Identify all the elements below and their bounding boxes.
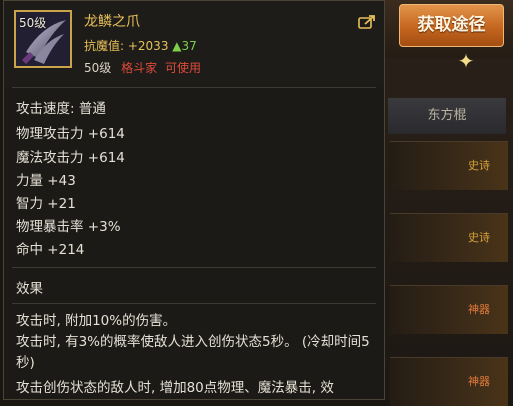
resist-increase: ▲37 xyxy=(172,39,197,53)
effect-title: 效果 xyxy=(16,281,43,297)
share-icon[interactable] xyxy=(358,14,376,29)
resist-label: 抗魔值: xyxy=(84,39,128,53)
rarity-tag: 神器 xyxy=(468,375,490,388)
stat-accuracy: 命中 +214 xyxy=(16,242,85,258)
required-class: 格斗家 xyxy=(121,61,158,75)
divider xyxy=(12,87,376,88)
effect-line: 攻击时, 有3%的概率使敌人进入创伤状态5秒。 (冷却时间5秒) xyxy=(16,334,370,371)
required-level: 50级 xyxy=(84,61,112,75)
stat-magic-attack: 魔法攻击力 +614 xyxy=(16,150,125,166)
effect-line: 攻击创伤状态的敌人时, 增加80点物理、魔法暴击, 效 xyxy=(16,380,334,396)
effect-line: 攻击时, 附加10%的伤害。 xyxy=(16,313,177,329)
divider xyxy=(12,303,376,304)
divider xyxy=(12,267,376,268)
stat-physical-crit: 物理暴击率 +3% xyxy=(16,219,121,235)
obtain-method-button[interactable]: 获取途径 xyxy=(399,4,504,47)
star-glint-icon: ✦ xyxy=(457,49,475,73)
background-row[interactable]: 神器 xyxy=(390,357,508,406)
tooltip-header: 50级 龙鳞之爪 抗魔值: +2033 ▲37 50级 格斗家 可使用 xyxy=(4,1,384,87)
rarity-tag: 史诗 xyxy=(468,159,490,172)
weapon-claw-icon: 50级 xyxy=(14,10,72,68)
requirement-line: 50级 格斗家 可使用 xyxy=(84,59,201,76)
background-panel xyxy=(380,0,513,400)
background-row[interactable]: 神器 xyxy=(390,285,508,334)
stat-strength: 力量 +43 xyxy=(16,173,76,189)
stat-attack-speed: 攻击速度: 普通 xyxy=(16,101,106,117)
stat-physical-attack: 物理攻击力 +614 xyxy=(16,126,125,142)
rarity-tag: 神器 xyxy=(468,303,490,316)
background-column-header: 东方棍 xyxy=(388,98,506,134)
resist-line: 抗魔值: +2033 ▲37 xyxy=(84,37,197,54)
item-level-badge: 50级 xyxy=(19,16,47,30)
item-tooltip: 50级 龙鳞之爪 抗魔值: +2033 ▲37 50级 格斗家 可使用 攻击速度… xyxy=(3,0,385,400)
rarity-tag: 史诗 xyxy=(468,231,490,244)
background-row[interactable]: 史诗 xyxy=(390,141,508,190)
item-name: 龙鳞之爪 xyxy=(84,14,140,30)
usable-status: 可使用 xyxy=(164,61,201,75)
stat-intelligence: 智力 +21 xyxy=(16,196,76,212)
background-row[interactable]: 史诗 xyxy=(390,213,508,262)
resist-value: +2033 xyxy=(127,39,169,53)
